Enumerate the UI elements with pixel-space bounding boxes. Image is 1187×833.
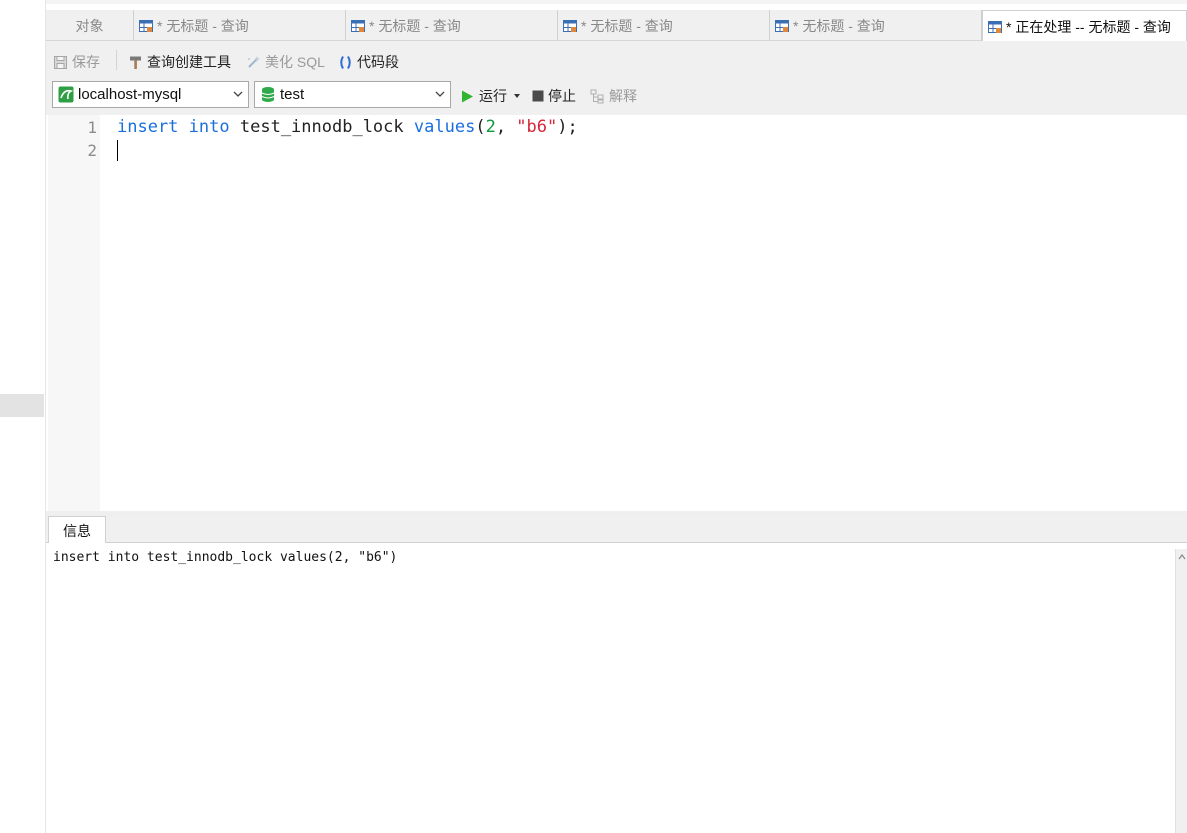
tab-label: * 无标题 - 查询 (157, 17, 249, 34)
sql-string: "b6" (516, 117, 558, 137)
tab-label: * 无标题 - 查询 (369, 17, 461, 34)
stop-square-icon (532, 90, 544, 102)
sql-keyword: values (413, 117, 476, 137)
beautify-sql-button[interactable]: 美化 SQL (246, 52, 325, 72)
tab-bar: 对象 * 无标题 - 查询 * 无标题 - 查询 * 无标题 - 查询 * 无标… (46, 10, 1187, 42)
sql-punct: , (495, 117, 517, 137)
save-button[interactable]: 保存 (53, 52, 100, 72)
code-snippet-button[interactable]: 代码段 (338, 52, 399, 72)
query-table-icon (563, 19, 577, 32)
tab-query-1[interactable]: * 无标题 - 查询 (134, 10, 346, 41)
query-table-icon (139, 19, 153, 32)
query-table-icon (775, 19, 789, 32)
result-tab-bar: 信息 (46, 516, 1187, 544)
tab-label: 对象 (75, 17, 104, 34)
object-pane (0, 0, 46, 833)
sql-punct: ); (557, 117, 578, 137)
tab-label: * 无标题 - 查询 (581, 17, 673, 34)
info-vertical-scrollbar[interactable] (1175, 549, 1187, 833)
line-number-gutter: 1 2 (48, 115, 100, 511)
sql-editor[interactable]: 1 2 insert into test_innodb_lock values(… (48, 115, 1187, 511)
connection-select[interactable]: localhost-mysql (52, 81, 249, 108)
info-message: insert into test_innodb_lock values(2, "… (53, 550, 398, 565)
tab-label: * 无标题 - 查询 (793, 17, 885, 34)
query-toolbar: 保存 查询创建工具 美化 SQL 代码段 localhost-mysql tes… (46, 41, 1187, 115)
chevron-down-icon[interactable] (233, 90, 243, 98)
tab-label: * 正在处理 -- 无标题 - 查询 (1006, 18, 1171, 35)
chevron-down-icon[interactable] (435, 90, 445, 98)
database-icon (261, 87, 275, 102)
line-number: 2 (87, 141, 97, 160)
play-icon (462, 90, 473, 102)
tab-query-active[interactable]: * 正在处理 -- 无标题 - 查询 (982, 10, 1187, 42)
database-select[interactable]: test (254, 81, 451, 108)
explain-tree-icon (590, 89, 604, 103)
scroll-up-arrow-icon[interactable] (1178, 553, 1186, 561)
explain-button[interactable]: 解释 (590, 86, 637, 106)
query-table-icon (988, 20, 1002, 33)
toolbar-separator (116, 50, 117, 70)
menu-bar-cutoff (0, 0, 1187, 4)
query-table-icon (351, 19, 365, 32)
sql-keyword: into (188, 117, 230, 137)
magic-wand-icon (248, 55, 260, 68)
sql-punct: ( (475, 117, 486, 137)
mysql-connection-icon (58, 86, 74, 103)
stop-button[interactable]: 停止 (532, 86, 576, 106)
code-line-1: insert into test_innodb_lock values(2, "… (117, 117, 578, 137)
tab-objects[interactable]: 对象 (46, 10, 134, 41)
hammer-icon (130, 56, 141, 69)
tab-query-4[interactable]: * 无标题 - 查询 (770, 10, 982, 41)
parentheses-icon (340, 55, 351, 69)
query-builder-button[interactable]: 查询创建工具 (128, 52, 231, 72)
left-pane-scroll-thumb[interactable] (0, 394, 44, 417)
sql-number: 2 (485, 117, 496, 137)
tab-query-3[interactable]: * 无标题 - 查询 (558, 10, 770, 41)
line-number: 1 (87, 118, 97, 137)
tab-info[interactable]: 信息 (48, 516, 106, 544)
info-panel: insert into test_innodb_lock values(2, "… (48, 543, 1175, 833)
save-disk-icon (54, 55, 67, 69)
text-caret (117, 140, 118, 161)
sql-table-name: test_innodb_lock (239, 117, 404, 137)
run-dropdown-icon[interactable] (513, 93, 521, 99)
run-button[interactable]: 运行 (460, 86, 521, 106)
tab-query-2[interactable]: * 无标题 - 查询 (346, 10, 558, 41)
sql-keyword: insert (117, 117, 179, 137)
